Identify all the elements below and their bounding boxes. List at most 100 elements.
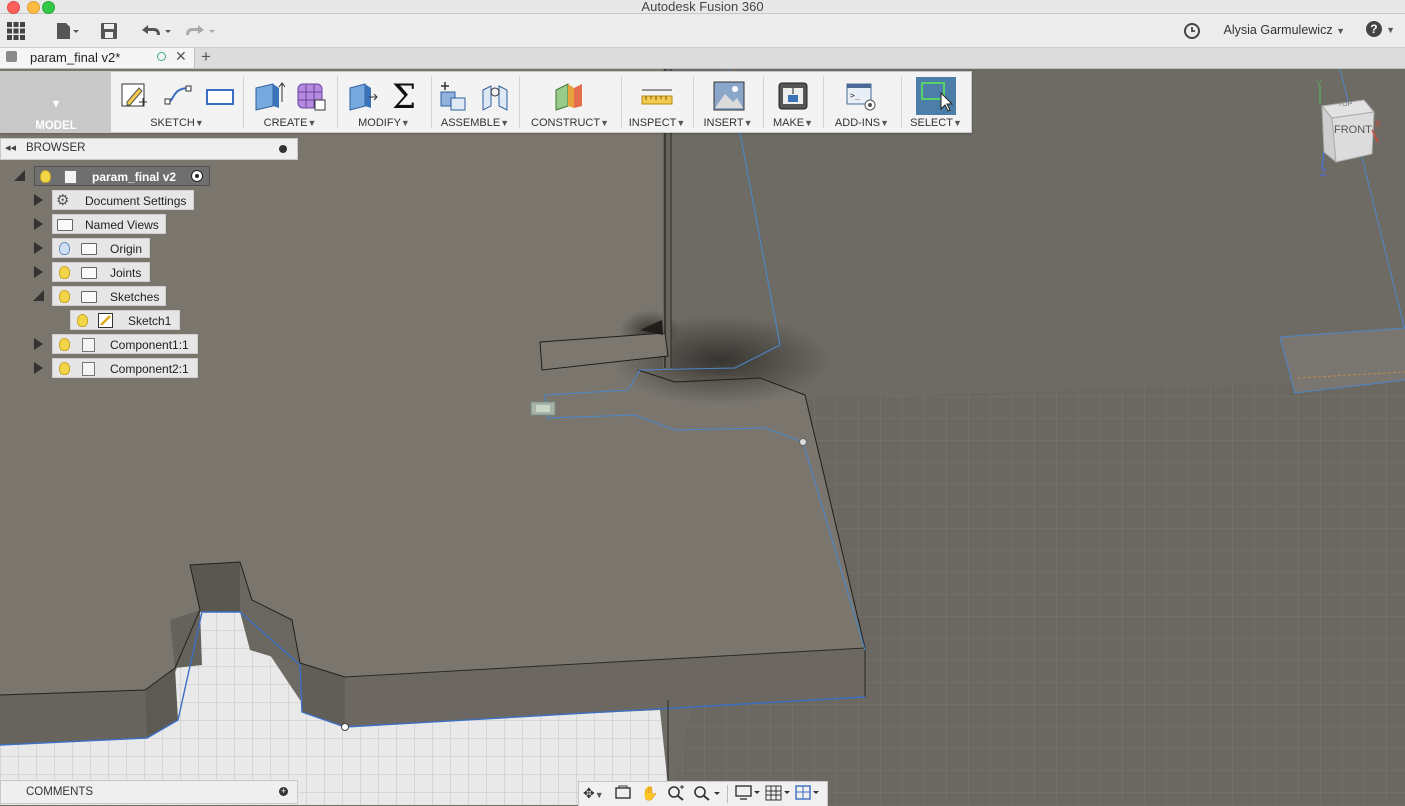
toolbar-modify-menu[interactable]: MODIFY▼: [341, 117, 427, 129]
help-menu[interactable]: ? ▼: [1365, 20, 1395, 37]
browser-item-component2[interactable]: Component2:1: [52, 358, 198, 378]
rectangle-tool-icon[interactable]: [205, 80, 235, 112]
browser-row-component2: Component2:1: [0, 358, 300, 378]
expand-icon[interactable]: [34, 218, 43, 230]
comments-title: COMMENTS: [26, 786, 94, 798]
press-pull-icon[interactable]: [347, 80, 378, 112]
browser-item-component1[interactable]: Component1:1: [52, 334, 198, 354]
title-bar: Autodesk Fusion 360: [0, 0, 1405, 14]
visibility-bulb-icon[interactable]: [59, 242, 70, 255]
fit-zoom-icon[interactable]: [693, 785, 721, 804]
save-icon[interactable]: [100, 22, 118, 40]
redo-icon[interactable]: [184, 22, 218, 40]
folder-icon: [81, 243, 97, 255]
toolbar-construct-menu[interactable]: CONSTRUCT▼: [523, 117, 617, 129]
toolbar-select-menu[interactable]: SELECT▼: [905, 117, 967, 129]
toolbar-group-insert: INSERT▼: [697, 72, 759, 132]
insert-canvas-image-icon[interactable]: [713, 80, 745, 112]
visibility-bulb-icon[interactable]: [59, 362, 70, 375]
joint-icon[interactable]: [479, 80, 509, 112]
data-panel-grid-icon[interactable]: [7, 22, 25, 40]
line-tool-icon[interactable]: [163, 80, 193, 112]
viewports-icon[interactable]: [795, 785, 821, 804]
create-form-icon[interactable]: [295, 80, 326, 112]
browser-row-named-views: Named Views: [0, 214, 300, 234]
scripts-and-add-ins-icon[interactable]: >_: [845, 80, 876, 112]
measure-icon[interactable]: [641, 80, 673, 112]
job-status-clock-icon[interactable]: [1183, 22, 1201, 40]
toolbar-add-ins-menu[interactable]: ADD-INS▼: [827, 117, 897, 129]
folder-icon: [81, 291, 97, 303]
extrude-icon[interactable]: [253, 80, 286, 112]
look-at-icon[interactable]: [615, 785, 631, 802]
browser-item-joints[interactable]: Joints: [52, 262, 150, 282]
user-account-menu[interactable]: Alysia Garmulewicz ▼: [1224, 23, 1345, 37]
browser-item-sketch1[interactable]: Sketch1: [70, 310, 180, 330]
browser-item-label: Sketches: [110, 290, 160, 304]
collapse-root-icon[interactable]: [14, 170, 25, 181]
view-cube[interactable]: Y TOP FRONT X Z: [1314, 79, 1389, 182]
toolbar-insert-menu[interactable]: INSERT▼: [697, 117, 759, 129]
browser-row-sketch1: Sketch1: [0, 310, 300, 330]
grid-settings-icon[interactable]: [765, 785, 791, 804]
toolbar-create-menu[interactable]: CREATE▼: [247, 117, 333, 129]
browser-item-origin[interactable]: Origin: [52, 238, 150, 258]
viewcube-top-face[interactable]: TOP: [1338, 101, 1352, 108]
browser-item-label: Named Views: [85, 218, 159, 232]
zoom-icon[interactable]: [667, 785, 685, 804]
browser-item-sketches[interactable]: Sketches: [52, 286, 166, 306]
expand-icon[interactable]: [34, 194, 43, 206]
visibility-bulb-icon[interactable]: [59, 338, 70, 351]
minimize-browser-icon[interactable]: [279, 145, 287, 153]
add-comment-icon[interactable]: +: [279, 787, 288, 796]
toolbar-group-modify: Σ MODIFY▼: [341, 72, 427, 132]
browser-item-named-views[interactable]: Named Views: [52, 214, 166, 234]
browser-item-label: Component1:1: [110, 338, 189, 352]
undo-icon[interactable]: [140, 22, 174, 40]
component-icon: [64, 170, 77, 184]
visibility-bulb-icon[interactable]: [59, 290, 70, 303]
viewcube-axis-y: Y: [1316, 79, 1323, 89]
offset-plane-icon[interactable]: [554, 80, 584, 112]
create-sketch-icon[interactable]: [119, 80, 149, 112]
visibility-bulb-icon[interactable]: [59, 266, 70, 279]
close-tab-icon[interactable]: ✕: [175, 48, 187, 65]
component-icon: [82, 362, 95, 376]
toolbar-group-construct: CONSTRUCT▼: [523, 72, 617, 132]
toolbar-make-menu[interactable]: MAKE▼: [767, 117, 819, 129]
expand-icon[interactable]: [34, 338, 43, 350]
toolbar-group-create: CREATE▼: [247, 72, 333, 132]
pan-hand-icon[interactable]: ✋: [641, 785, 658, 802]
comments-panel[interactable]: COMMENTS +: [0, 780, 298, 804]
orbit-icon[interactable]: ✥▼: [583, 785, 604, 802]
select-tool-icon[interactable]: [916, 77, 956, 115]
browser-item-document-settings[interactable]: ⚙ Document Settings: [52, 190, 194, 210]
toolbar-sketch-menu[interactable]: SKETCH▼: [113, 117, 241, 129]
document-tab[interactable]: param_final v2* ✕: [0, 48, 195, 68]
browser-row-origin: Origin: [0, 238, 300, 258]
viewcube-front-face[interactable]: FRONT: [1334, 124, 1372, 136]
display-settings-icon[interactable]: [735, 785, 761, 804]
application-bar: Alysia Garmulewicz ▼ ? ▼: [0, 14, 1405, 48]
toolbar-inspect-menu[interactable]: INSPECT▼: [625, 117, 689, 129]
toolbar-assemble-menu[interactable]: ASSEMBLE▼: [435, 117, 515, 129]
new-tab-button[interactable]: +: [201, 47, 211, 67]
file-menu-icon[interactable]: [56, 22, 80, 40]
browser-root-node[interactable]: param_final v2: [34, 166, 210, 186]
collapse-icon[interactable]: [33, 290, 44, 301]
expand-icon[interactable]: [34, 266, 43, 278]
expand-icon[interactable]: [34, 362, 43, 374]
new-component-icon[interactable]: [437, 80, 467, 112]
expand-icon[interactable]: [34, 242, 43, 254]
browser-panel-header[interactable]: ◂◂ BROWSER: [0, 138, 298, 160]
document-tab-label: param_final v2*: [30, 50, 121, 65]
workspace-mode-selector[interactable]: MODEL ▾: [1, 72, 111, 132]
activate-component-radio-icon[interactable]: [191, 170, 203, 182]
parameters-sigma-icon[interactable]: Σ: [389, 77, 419, 117]
visibility-bulb-icon[interactable]: [40, 170, 51, 183]
sync-status-icon: [157, 52, 166, 61]
toolbar-group-make: MAKE▼: [767, 72, 819, 132]
collapse-browser-icon[interactable]: ◂◂: [5, 141, 16, 154]
3d-print-icon[interactable]: [777, 80, 808, 112]
visibility-bulb-icon[interactable]: [77, 314, 88, 327]
